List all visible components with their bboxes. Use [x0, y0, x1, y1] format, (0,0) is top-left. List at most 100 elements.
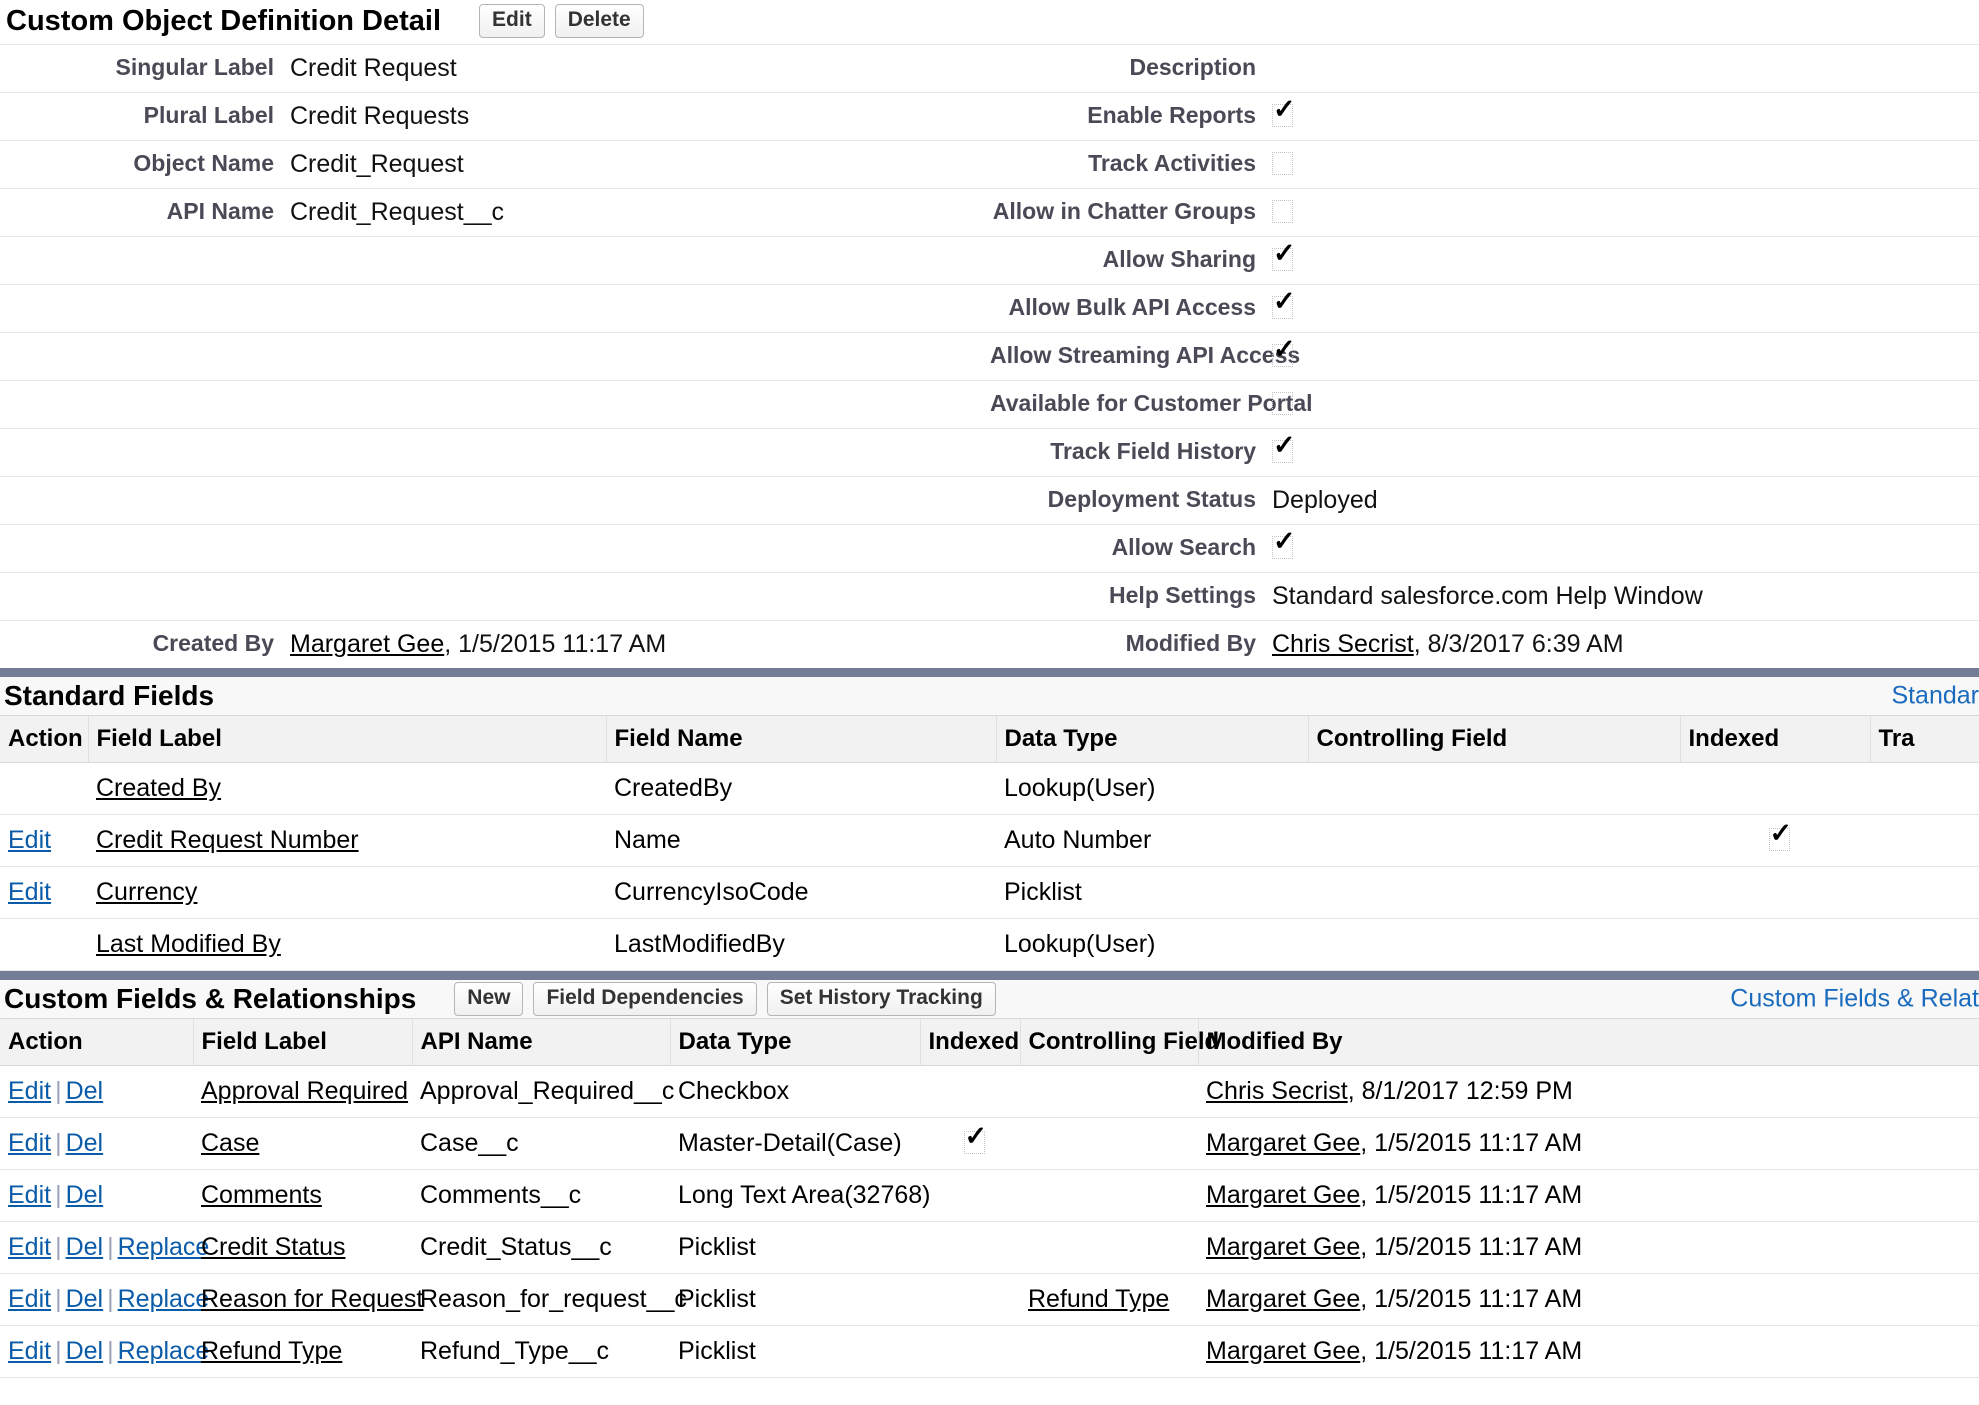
cf-col-header: Indexed [920, 1018, 1021, 1066]
detail-left-label [0, 429, 290, 477]
cf-field-label-cell: Approval Required [193, 1065, 412, 1118]
set-history-tracking-button[interactable]: Set History Tracking [766, 982, 996, 1016]
cf-indexed-cell [920, 1169, 1020, 1222]
cf-modified-by-user-link[interactable]: Margaret Gee [1206, 1337, 1360, 1365]
detail-row: API Name Credit_Request__c Allow in Chatte… [0, 188, 1979, 237]
detail-right-value [1272, 381, 1979, 429]
modified-by-value: Chris Secrist, 8/3/2017 6:39 AM [1272, 621, 1979, 669]
indexed-checkbox [963, 1123, 987, 1154]
cf-controlling-field-cell [1020, 1065, 1198, 1118]
cf-modified-by-user-link[interactable]: Margaret Gee [1206, 1129, 1360, 1157]
table-row: Edit | Del | Replace Reason for Request Reason… [0, 1273, 1979, 1326]
cf-field-label-link[interactable]: Approval Required [201, 1077, 408, 1105]
delete-button[interactable]: Delete [554, 4, 644, 38]
cf-field-label-link[interactable]: Reason for Request [201, 1285, 423, 1313]
table-row: Edit | Del Comments Comments__c Long Text Are… [0, 1169, 1979, 1222]
cf-action-cell: Edit | Del | Replace [0, 1325, 209, 1378]
detail-right-label: Available for Customer Portal [990, 390, 1313, 416]
detail-right-value [1272, 237, 1979, 285]
detail-left-label [0, 525, 290, 573]
cf-field-label-link[interactable]: Case [201, 1129, 259, 1157]
cf-action-cell: Edit | Del | Replace [0, 1221, 209, 1274]
detail-left-value [290, 525, 990, 573]
cf-del-link[interactable]: Del [66, 1337, 104, 1365]
detail-left-label: Plural Label [143, 102, 274, 128]
sf-edit-link[interactable]: Edit [8, 878, 51, 906]
sf-field-label-cell: Created By [88, 762, 606, 815]
cf-edit-link[interactable]: Edit [8, 1129, 51, 1157]
cf-edit-link[interactable]: Edit [8, 1233, 51, 1261]
new-field-button[interactable]: New [454, 982, 524, 1016]
sf-edit-link[interactable]: Edit [8, 826, 51, 854]
cf-col-header: Field Label [193, 1018, 413, 1066]
detail-row: Track Field History [0, 428, 1979, 477]
sf-field-name-cell: LastModifiedBy [606, 918, 996, 971]
sf-data-type-cell: Lookup(User) [996, 762, 1308, 815]
modified-by-user-link[interactable]: Chris Secrist [1272, 630, 1414, 658]
cf-field-label-link[interactable]: Refund Type [201, 1337, 342, 1365]
cf-edit-link[interactable]: Edit [8, 1337, 51, 1365]
sf-field-label-link[interactable]: Currency [96, 878, 197, 906]
cf-del-link[interactable]: Del [66, 1285, 104, 1313]
sf-field-name-cell: CreatedBy [606, 762, 996, 815]
page-title: Custom Object Definition Detail [6, 4, 442, 37]
cf-col-header: Modified By [1198, 1018, 1979, 1066]
cf-controlling-field-link[interactable]: Refund Type [1028, 1285, 1169, 1313]
cf-api-name-cell: Comments__c [412, 1169, 670, 1222]
sf-tracked-cell [1870, 918, 1979, 971]
cf-indexed-cell [920, 1273, 1020, 1326]
cf-edit-link[interactable]: Edit [8, 1077, 51, 1105]
sf-col-header: Data Type [996, 715, 1309, 763]
checkbox-allow-streaming-api-access [1272, 336, 1296, 367]
standard-fields-header-row: Action Field Label Field Name Data Type Cont… [0, 715, 1979, 763]
detail-left-label: Object Name [133, 150, 274, 176]
sf-field-label-link[interactable]: Credit Request Number [96, 826, 359, 854]
detail-left-label: API Name [166, 198, 274, 224]
standard-fields-help-link[interactable]: Standar [1891, 682, 1979, 711]
cf-field-label-link[interactable]: Comments [201, 1181, 322, 1209]
sf-tracked-cell [1870, 814, 1979, 867]
cf-data-type-cell: Picklist [670, 1221, 920, 1274]
edit-button[interactable]: Edit [479, 4, 545, 38]
sf-field-label-link[interactable]: Last Modified By [96, 930, 281, 958]
cf-del-link[interactable]: Del [66, 1181, 104, 1209]
detail-row: Allow Bulk API Access [0, 284, 1979, 333]
custom-fields-help-link[interactable]: Custom Fields & Relat [1730, 985, 1979, 1014]
detail-row: Allow Search [0, 524, 1979, 573]
action-separator: | [55, 1337, 62, 1365]
cf-modified-by-user-link[interactable]: Margaret Gee [1206, 1181, 1360, 1209]
cf-modified-by-user-link[interactable]: Chris Secrist [1206, 1077, 1348, 1105]
table-row: Edit | Del Approval Required Approval_Requir… [0, 1065, 1979, 1118]
cf-modified-by-timestamp: , 8/1/2017 12:59 PM [1347, 1077, 1573, 1105]
detail-row: Deployment Status Deployed [0, 476, 1979, 525]
cf-data-type-cell: Picklist [670, 1273, 920, 1326]
cf-del-link[interactable]: Del [66, 1233, 104, 1261]
sf-data-type-cell: Picklist [996, 866, 1308, 919]
cf-edit-link[interactable]: Edit [8, 1285, 51, 1313]
cf-replace-link[interactable]: Replace [118, 1233, 210, 1261]
custom-fields-table: Action Field Label API Name Data Type Indexe… [0, 1018, 1979, 1378]
cf-del-link[interactable]: Del [66, 1077, 104, 1105]
action-separator: | [55, 1285, 62, 1313]
cf-del-link[interactable]: Del [66, 1129, 104, 1157]
sf-action-cell: Edit [0, 814, 88, 867]
detail-left-value: Credit_Request [290, 150, 464, 178]
cf-replace-link[interactable]: Replace [118, 1337, 210, 1365]
cf-modified-by-user-link[interactable]: Margaret Gee [1206, 1285, 1360, 1313]
detail-left-label [0, 333, 290, 381]
cf-action-cell: Edit | Del [0, 1169, 193, 1222]
field-dependencies-button[interactable]: Field Dependencies [533, 982, 757, 1016]
sf-indexed-cell [1680, 918, 1870, 971]
cf-modified-by-user-link[interactable]: Margaret Gee [1206, 1233, 1360, 1261]
cf-field-label-cell: Case [193, 1117, 412, 1170]
cf-field-label-link[interactable]: Credit Status [201, 1233, 346, 1261]
created-by-user-link[interactable]: Margaret Gee [290, 630, 444, 658]
modified-by-timestamp: , 8/3/2017 6:39 AM [1413, 630, 1624, 658]
sf-indexed-cell [1680, 814, 1870, 867]
cf-replace-link[interactable]: Replace [118, 1285, 210, 1313]
sf-field-label-link[interactable]: Created By [96, 774, 221, 802]
cf-indexed-cell [920, 1325, 1020, 1378]
cf-modified-by-timestamp: , 1/5/2015 11:17 AM [1360, 1129, 1583, 1157]
cf-edit-link[interactable]: Edit [8, 1181, 51, 1209]
table-row: Edit | Del | Replace Refund Type Refund_Type__… [0, 1325, 1979, 1378]
